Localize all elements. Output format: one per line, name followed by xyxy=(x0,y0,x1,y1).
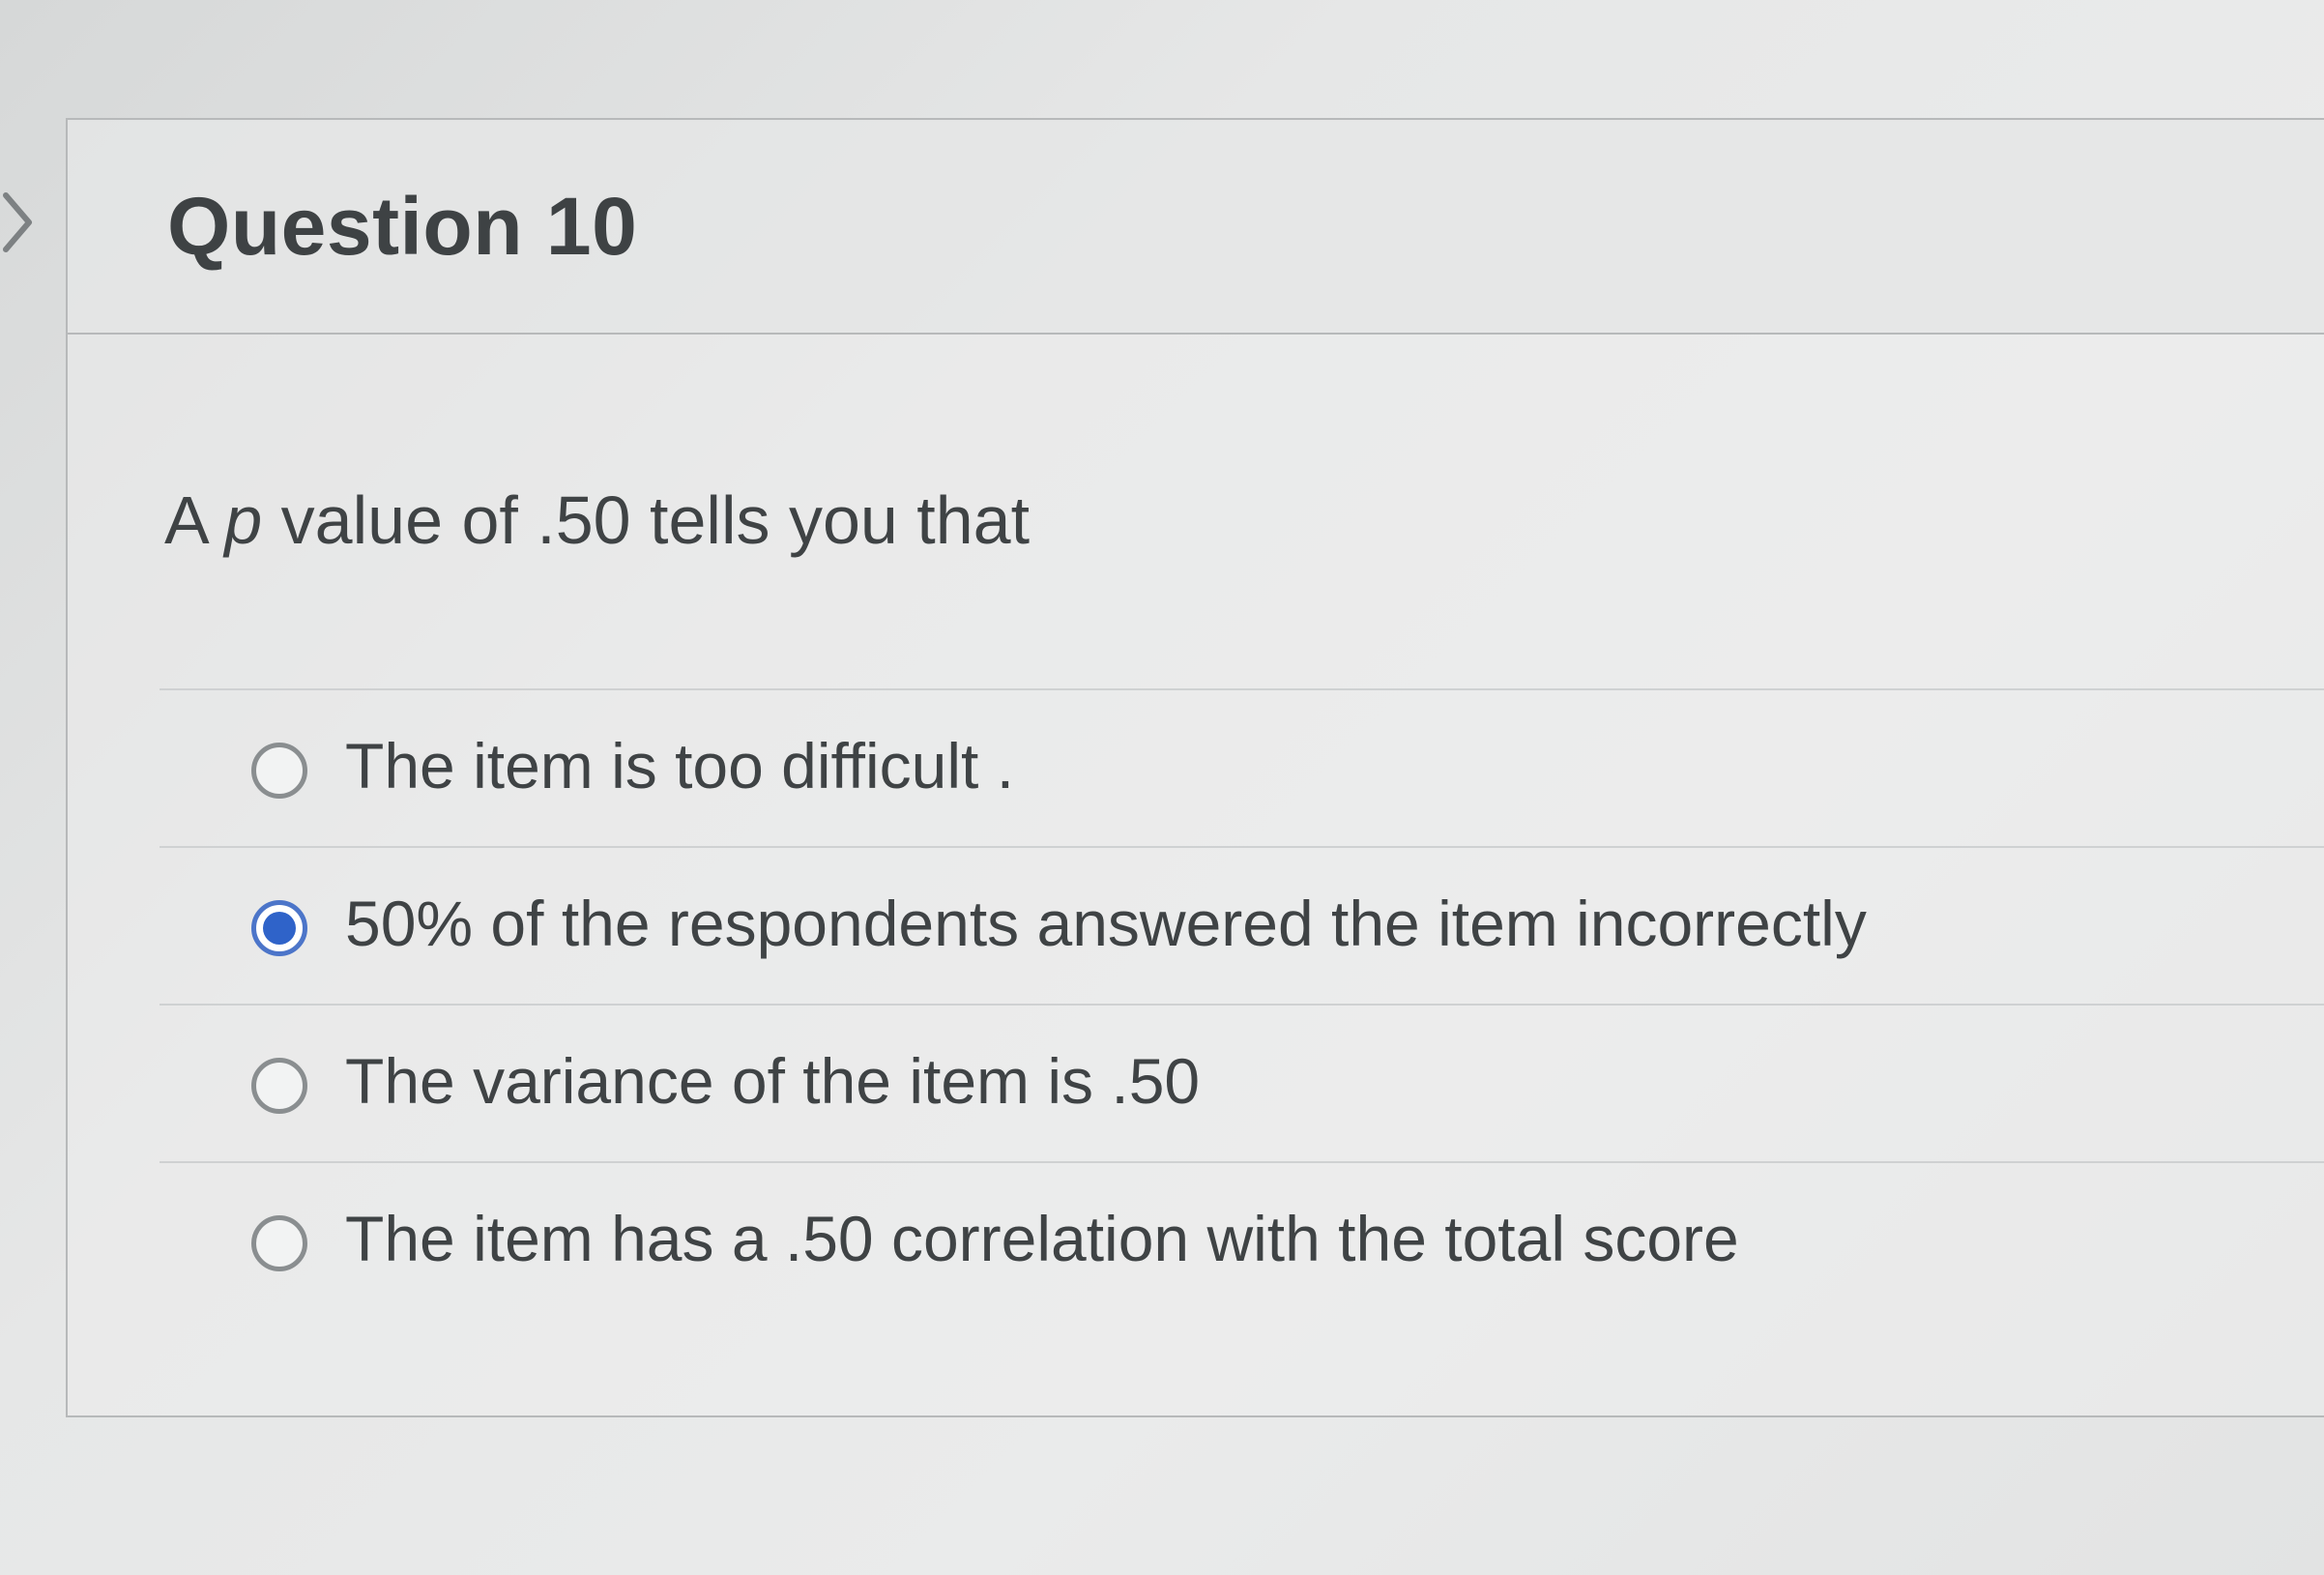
answer-label[interactable]: The item has a .50 correlation with the … xyxy=(345,1202,1739,1275)
question-card: Question 10 A p value of .50 tells you t… xyxy=(66,118,2324,1417)
answer-label[interactable]: The item is too difficult . xyxy=(345,729,1014,802)
answer-option[interactable]: The variance of the item is .50 xyxy=(160,1004,2324,1161)
question-prompt: A p value of .50 tells you that xyxy=(164,481,1030,559)
question-prompt-suffix: value of .50 tells you that xyxy=(262,482,1031,558)
question-prompt-variable: p xyxy=(224,482,263,558)
radio-button[interactable] xyxy=(251,743,307,799)
radio-button[interactable] xyxy=(251,1215,307,1271)
answer-option-selected[interactable]: 50% of the respondents answered the item… xyxy=(160,846,2324,1004)
chevron-right-icon[interactable] xyxy=(0,184,39,261)
question-prompt-prefix: A xyxy=(164,482,225,558)
question-title: Question 10 xyxy=(167,181,638,272)
answer-label[interactable]: The variance of the item is .50 xyxy=(345,1044,1200,1118)
answer-option[interactable]: The item has a .50 correlation with the … xyxy=(160,1161,2324,1319)
radio-button[interactable] xyxy=(251,1058,307,1114)
radio-button-selected[interactable] xyxy=(251,900,307,956)
answer-list: The item is too difficult . 50% of the r… xyxy=(160,688,2324,1319)
question-header: Question 10 xyxy=(68,120,2324,335)
answer-option[interactable]: The item is too difficult . xyxy=(160,688,2324,846)
answer-label[interactable]: 50% of the respondents answered the item… xyxy=(345,887,1867,960)
